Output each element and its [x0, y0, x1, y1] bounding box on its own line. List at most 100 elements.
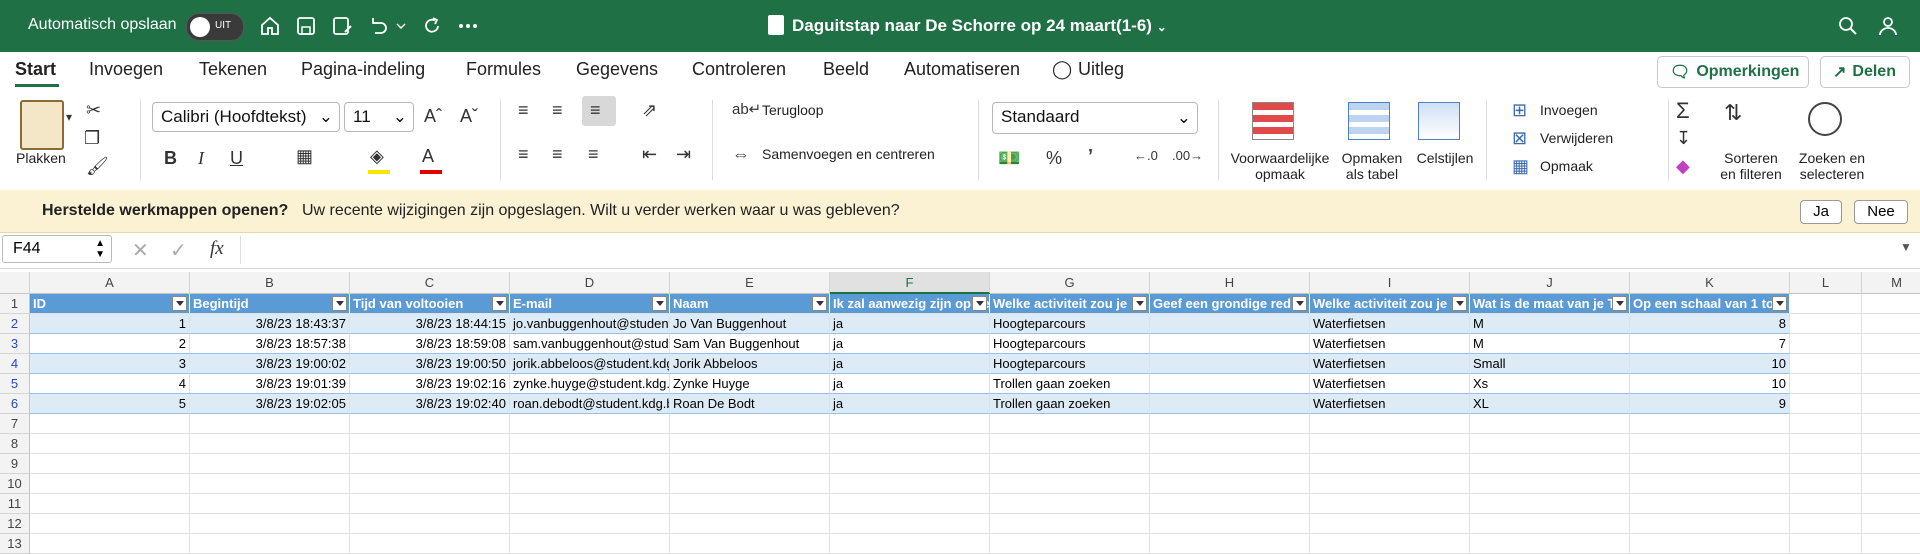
table-cell[interactable]: roan.debodt@student.kdg.be [510, 394, 670, 414]
table-header-cell[interactable]: Welke activiteit zou je [990, 294, 1150, 314]
empty-cell[interactable] [1862, 294, 1920, 314]
empty-cell[interactable] [670, 414, 830, 434]
tab-tekenen[interactable]: Tekenen [199, 59, 267, 80]
table-cell[interactable]: Zynke Huyge [670, 374, 830, 394]
empty-cell[interactable] [830, 414, 990, 434]
empty-cell[interactable] [350, 454, 510, 474]
formula-input[interactable] [240, 236, 1901, 264]
filter-dropdown-icon[interactable] [1132, 296, 1147, 311]
table-cell[interactable]: Hoogteparcours [990, 314, 1150, 334]
empty-cell[interactable] [1470, 514, 1630, 534]
empty-cell[interactable] [1862, 474, 1920, 494]
empty-cell[interactable] [990, 414, 1150, 434]
table-cell[interactable]: Waterfietsen [1310, 374, 1470, 394]
tab-invoegen[interactable]: Invoegen [89, 59, 163, 80]
number-format-select[interactable]: Standaard ⌄ [992, 102, 1198, 134]
table-cell[interactable]: sam.vanbuggenhout@student.kdg.be [510, 334, 670, 354]
table-cell[interactable]: 1 [30, 314, 190, 334]
empty-cell[interactable] [510, 494, 670, 514]
empty-cell[interactable] [990, 434, 1150, 454]
column-header-g[interactable]: G [990, 272, 1150, 294]
table-cell[interactable]: Hoogteparcours [990, 334, 1150, 354]
sort-filter-label[interactable]: Sorteren en filteren [1716, 150, 1786, 182]
empty-cell[interactable] [1630, 534, 1790, 554]
select-all-corner[interactable] [0, 272, 30, 294]
table-cell[interactable] [1150, 374, 1310, 394]
table-cell[interactable]: 3 [30, 354, 190, 374]
table-cell[interactable]: 3/8/23 19:00:02 [190, 354, 350, 374]
table-cell[interactable]: Waterfietsen [1310, 334, 1470, 354]
table-cell[interactable]: 8 [1630, 314, 1790, 334]
empty-cell[interactable] [1150, 494, 1310, 514]
table-cell[interactable]: Waterfietsen [1310, 394, 1470, 414]
empty-cell[interactable] [990, 494, 1150, 514]
table-cell[interactable]: 3/8/23 18:57:38 [190, 334, 350, 354]
table-cell[interactable]: 7 [1630, 334, 1790, 354]
empty-cell[interactable] [1150, 434, 1310, 454]
empty-cell[interactable] [1790, 534, 1862, 554]
column-header-h[interactable]: H [1150, 272, 1310, 294]
empty-cell[interactable] [1150, 414, 1310, 434]
align-center-icon[interactable]: ≡ [552, 144, 563, 165]
row-header-12[interactable]: 12 [0, 514, 30, 534]
table-header-cell[interactable]: ID [30, 294, 190, 314]
table-cell[interactable]: ja [830, 374, 990, 394]
empty-cell[interactable] [1790, 474, 1862, 494]
empty-cell[interactable] [30, 474, 190, 494]
empty-cell[interactable] [30, 454, 190, 474]
format-cells-button[interactable]: Opmaak [1540, 158, 1593, 174]
bold-icon[interactable]: B [164, 148, 177, 169]
decrease-font-icon[interactable]: Aˇ [460, 106, 478, 127]
filter-dropdown-icon[interactable] [1612, 296, 1627, 311]
table-cell[interactable]: zynke.huyge@student.kdg.be [510, 374, 670, 394]
filter-dropdown-icon[interactable] [972, 296, 987, 311]
table-header-cell[interactable]: E-mail [510, 294, 670, 314]
empty-cell[interactable] [1150, 534, 1310, 554]
empty-cell[interactable] [670, 534, 830, 554]
table-cell[interactable]: 3/8/23 18:43:37 [190, 314, 350, 334]
table-cell[interactable]: jo.vanbuggenhout@student.kdg.be [510, 314, 670, 334]
align-bottom-button[interactable]: ≡ [582, 96, 616, 126]
comma-style-icon[interactable]: ’ [1088, 146, 1093, 167]
table-cell[interactable] [1150, 334, 1310, 354]
empty-cell[interactable] [1310, 514, 1470, 534]
font-name-select[interactable]: Calibri (Hoofdtekst) ⌄ [152, 102, 340, 132]
row-header-8[interactable]: 8 [0, 434, 30, 454]
empty-cell[interactable] [1630, 434, 1790, 454]
empty-cell[interactable] [510, 534, 670, 554]
table-cell[interactable]: ja [830, 394, 990, 414]
cancel-icon[interactable]: ✕ [132, 238, 149, 263]
decrease-indent-icon[interactable]: ⇤ [642, 144, 657, 165]
empty-cell[interactable] [1630, 514, 1790, 534]
empty-cell[interactable] [190, 514, 350, 534]
table-cell[interactable]: M [1470, 334, 1630, 354]
tab-beeld[interactable]: Beeld [823, 59, 869, 80]
table-cell[interactable]: 3/8/23 19:02:40 [350, 394, 510, 414]
empty-cell[interactable] [1470, 434, 1630, 454]
tab-automatiseren[interactable]: Automatiseren [904, 59, 1020, 80]
empty-cell[interactable] [1150, 474, 1310, 494]
expand-formula-icon[interactable]: ▼ [1900, 240, 1912, 254]
align-right-icon[interactable]: ≡ [588, 144, 599, 165]
empty-cell[interactable] [1862, 534, 1920, 554]
table-cell[interactable]: Sam Van Buggenhout [670, 334, 830, 354]
empty-cell[interactable] [670, 454, 830, 474]
increase-indent-icon[interactable]: ⇥ [676, 144, 691, 165]
row-header-10[interactable]: 10 [0, 474, 30, 494]
table-cell[interactable]: ja [830, 314, 990, 334]
table-header-cell[interactable]: Tijd van voltooien [350, 294, 510, 314]
table-header-cell[interactable]: Naam [670, 294, 830, 314]
row-header-1[interactable]: 1 [0, 294, 30, 314]
empty-cell[interactable] [1630, 414, 1790, 434]
empty-cell[interactable] [350, 434, 510, 454]
empty-cell[interactable] [30, 534, 190, 554]
empty-cell[interactable] [1310, 414, 1470, 434]
delete-cells-icon[interactable]: ⊠ [1512, 128, 1527, 149]
row-header-3[interactable]: 3 [0, 334, 30, 354]
font-size-select[interactable]: 11 ⌄ [344, 102, 414, 132]
table-cell[interactable]: 2 [30, 334, 190, 354]
table-cell[interactable]: Xs [1470, 374, 1630, 394]
empty-cell[interactable] [30, 434, 190, 454]
empty-cell[interactable] [1310, 494, 1470, 514]
empty-cell[interactable] [1630, 474, 1790, 494]
